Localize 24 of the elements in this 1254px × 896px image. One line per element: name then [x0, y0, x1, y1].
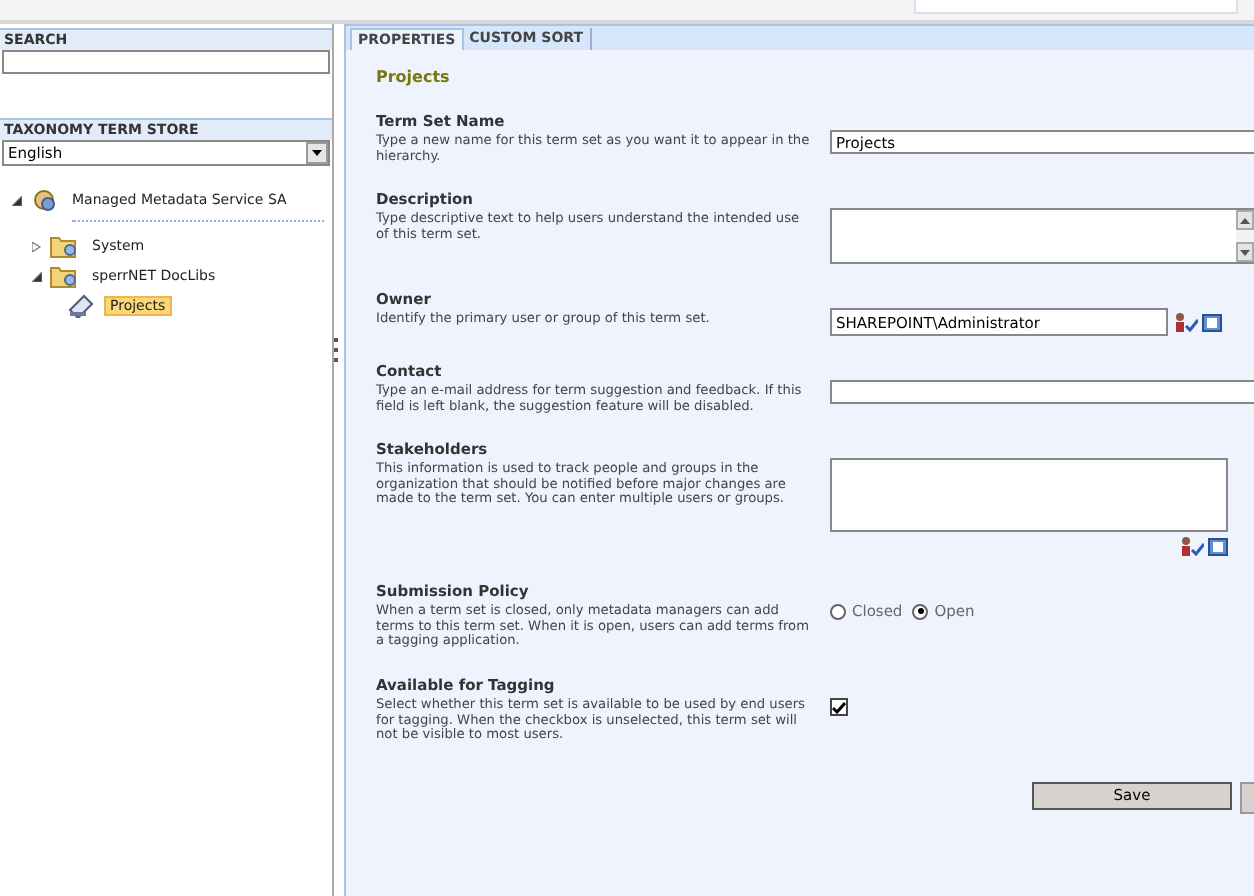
- expanded-triangle-icon[interactable]: [32, 271, 42, 281]
- radio-button[interactable]: [830, 603, 846, 620]
- description-field[interactable]: [830, 208, 1254, 265]
- folder-icon: [50, 264, 78, 288]
- term-set-heading: Projects: [376, 68, 452, 86]
- radio-button[interactable]: [912, 603, 929, 620]
- collapsed-triangle-icon[interactable]: [32, 241, 42, 251]
- check-names-icon[interactable]: [1174, 312, 1198, 333]
- tagging-checkbox[interactable]: [830, 698, 848, 717]
- folder-icon: [50, 234, 78, 258]
- site-search-field[interactable]: [914, 0, 1238, 14]
- check-names-icon[interactable]: [1180, 536, 1204, 557]
- scroll-up-icon[interactable]: [1236, 210, 1254, 231]
- address-book-icon[interactable]: [1202, 313, 1222, 332]
- contact-field[interactable]: [830, 380, 1254, 405]
- tag-icon: [68, 294, 96, 318]
- expanded-triangle-icon[interactable]: [12, 195, 22, 205]
- service-icon: [30, 188, 58, 212]
- splitter-handle-icon[interactable]: [334, 338, 338, 362]
- stakeholders-field[interactable]: [830, 458, 1228, 533]
- dropdown-arrow-icon: [312, 150, 322, 156]
- scroll-down-icon[interactable]: [1236, 242, 1254, 263]
- address-book-icon[interactable]: [1208, 537, 1228, 556]
- search-field[interactable]: [2, 50, 330, 74]
